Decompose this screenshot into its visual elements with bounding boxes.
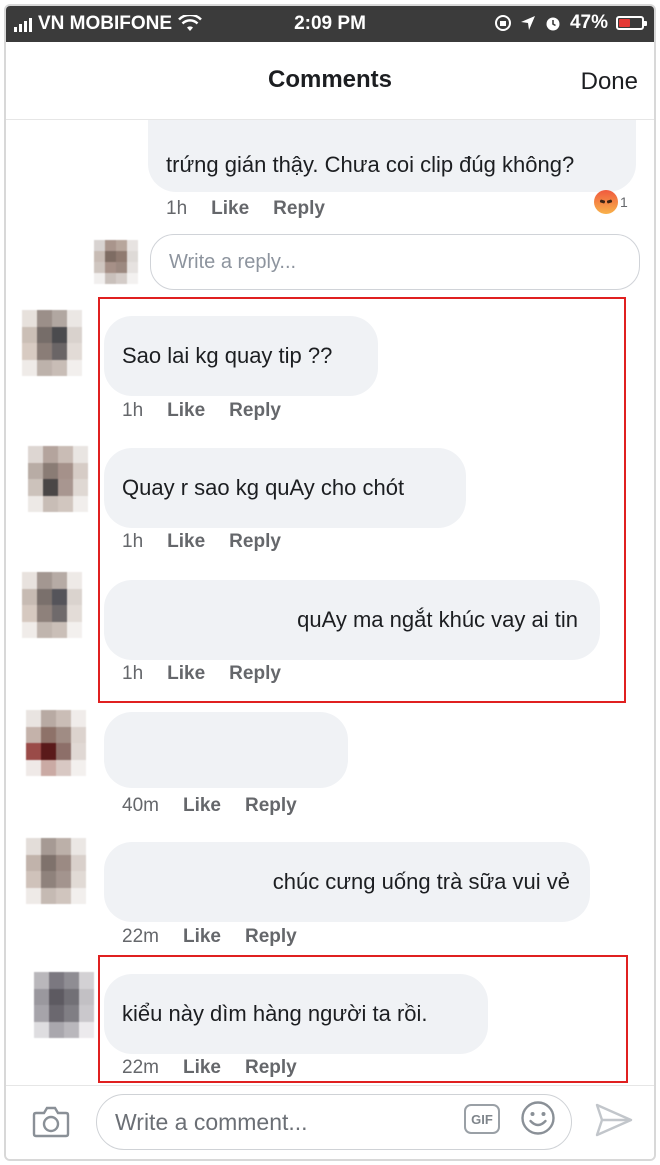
avatar [28, 446, 88, 512]
write-comment-input[interactable]: Write a comment... [96, 1094, 572, 1150]
like-button[interactable]: Like [183, 926, 221, 948]
emoji-icon[interactable] [520, 1100, 556, 1136]
alarm-icon [546, 17, 560, 31]
page-title: Comments [267, 66, 393, 93]
reply-text: trứng gián thậy. Chưa coi clip đúg không… [166, 152, 575, 178]
angry-reaction-icon [594, 190, 618, 214]
comment-meta: 22m Like Reply [122, 926, 297, 948]
reply-meta: 1h Like Reply [166, 198, 325, 220]
write-reply-placeholder: Write a reply... [169, 250, 297, 273]
like-button[interactable]: Like [183, 795, 221, 817]
avatar [22, 310, 82, 376]
write-reply-input[interactable]: Write a reply... [150, 234, 640, 290]
gif-button[interactable]: GIF [464, 1104, 500, 1134]
comment-bubble [104, 712, 348, 788]
comment-text: chúc cưng uống trà sữa vui vẻ [272, 869, 570, 895]
comment-time: 22m [122, 926, 159, 947]
reply-bubble: trứng gián thậy. Chưa coi clip đúg không… [148, 120, 636, 192]
battery-icon [616, 16, 647, 30]
battery-percent: 47% [569, 12, 608, 33]
highlight-box-bottom [98, 955, 628, 1083]
highlight-box-top [98, 297, 626, 703]
reply-button[interactable]: Reply [245, 926, 297, 948]
rotation-lock-icon [494, 15, 511, 31]
status-bar: VN MOBIFONE 2:09 PM 47% [6, 6, 654, 42]
like-button[interactable]: Like [211, 198, 249, 220]
comment-list[interactable]: trứng gián thậy. Chưa coi clip đúg không… [6, 120, 654, 1092]
comment-bubble: chúc cưng uống trà sữa vui vẻ [104, 842, 590, 922]
avatar [22, 572, 82, 638]
reply-button[interactable]: Reply [273, 198, 325, 220]
avatar [26, 838, 86, 904]
camera-icon[interactable] [32, 1104, 70, 1138]
location-icon [520, 16, 535, 30]
reaction-count: 1 [620, 194, 628, 210]
comment-meta: 40m Like Reply [122, 795, 297, 817]
avatar [94, 240, 138, 284]
comments-header: Comments Done [6, 42, 654, 120]
reply-time: 1h [166, 198, 188, 219]
comment-composer: Write a comment... GIF [6, 1085, 654, 1159]
status-right: 47% [494, 12, 647, 34]
done-button[interactable]: Done [581, 68, 638, 96]
reply-button[interactable]: Reply [245, 795, 297, 817]
write-comment-placeholder: Write a comment... [115, 1108, 308, 1135]
reaction-summary[interactable]: 1 [594, 190, 628, 214]
send-icon[interactable] [594, 1102, 634, 1138]
phone-screen: VN MOBIFONE 2:09 PM 47% Comments Done tr… [4, 4, 656, 1161]
avatar [34, 972, 94, 1038]
comment-time: 40m [122, 795, 159, 816]
avatar [26, 710, 86, 776]
